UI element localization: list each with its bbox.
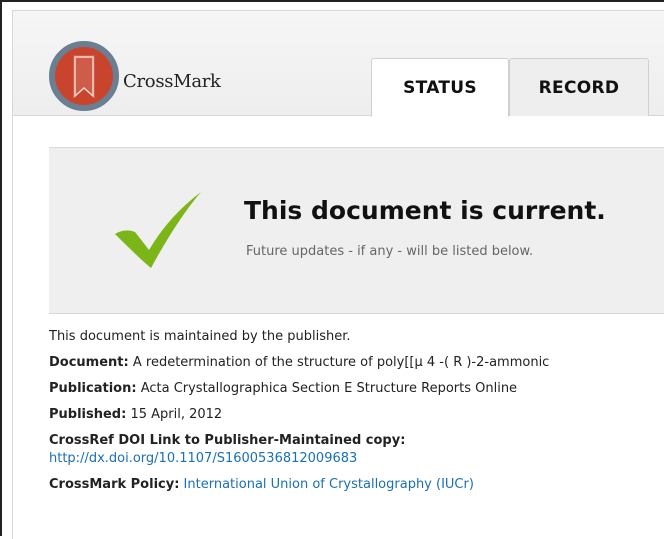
window-frame: CrossMark STATUS RECORD This document is… — [0, 0, 664, 539]
brand-name: CrossMark — [123, 71, 221, 92]
crossmark-logo-icon — [49, 41, 119, 111]
publication-label: Publication: — [49, 381, 137, 396]
doi-link[interactable]: http://dx.doi.org/10.1107/S1600536812009… — [49, 451, 664, 466]
tab-status[interactable]: STATUS — [371, 58, 509, 117]
document-label: Document: — [49, 355, 129, 370]
published-label: Published: — [49, 407, 127, 422]
doi-label: CrossRef DOI Link to Publisher-Maintaine… — [49, 433, 406, 448]
published-value: 15 April, 2012 — [130, 407, 223, 422]
status-panel: This document is current. Future updates… — [49, 147, 664, 314]
policy-link[interactable]: International Union of Crystallography (… — [184, 477, 474, 492]
maintained-text: This document is maintained by the publi… — [49, 329, 351, 344]
status-title: This document is current. — [244, 196, 606, 225]
publication-row: Publication: Acta Crystallographica Sect… — [49, 381, 664, 396]
document-row: Document: A redetermination of the struc… — [49, 355, 664, 370]
dialog-header: CrossMark STATUS RECORD — [13, 11, 664, 117]
published-row: Published: 15 April, 2012 — [49, 407, 664, 422]
tab-record[interactable]: RECORD — [509, 58, 649, 116]
crossmark-dialog: CrossMark STATUS RECORD This document is… — [12, 10, 664, 539]
checkmark-icon — [115, 192, 201, 268]
document-value: A redetermination of the structure of po… — [132, 355, 550, 370]
status-subtitle: Future updates - if any - will be listed… — [246, 244, 534, 259]
policy-label: CrossMark Policy: — [49, 477, 180, 492]
policy-row: CrossMark Policy: International Union of… — [49, 477, 664, 492]
publication-value: Acta Crystallographica Section E Structu… — [140, 381, 518, 396]
